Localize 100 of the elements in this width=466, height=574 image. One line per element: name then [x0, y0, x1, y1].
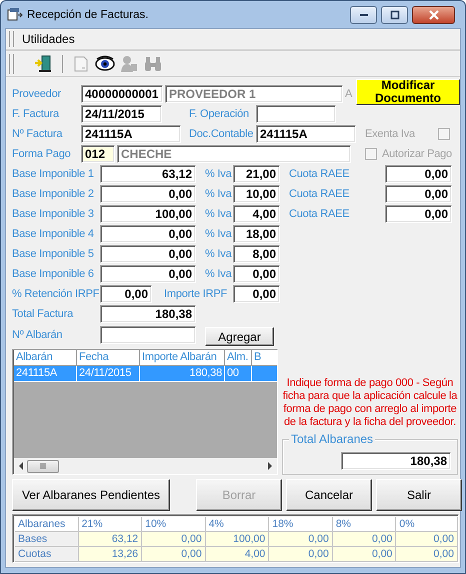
date-field[interactable]: 24/11/2015	[81, 105, 162, 123]
menu-item[interactable]: Utilidades	[20, 31, 77, 47]
amount-field[interactable]: 0,00	[100, 265, 196, 283]
percent-field[interactable]: 4,00	[233, 205, 280, 223]
field-label: Total Factura	[12, 308, 74, 320]
field-label: F. Operación	[189, 108, 250, 120]
amount-field[interactable]: 0,00	[100, 225, 196, 243]
field-label: % Iva	[205, 248, 233, 260]
table-cell: 0,00	[142, 532, 206, 547]
amount-field[interactable]: 0,00	[385, 185, 452, 203]
column-header: 0%	[396, 517, 458, 532]
date-field[interactable]	[256, 105, 336, 123]
column-header: 10%	[142, 517, 206, 532]
checkbox-label: Autorizar Pago	[382, 148, 452, 160]
field-label: Cuota RAEE	[289, 208, 350, 220]
field-label: Cuota RAEE	[289, 188, 350, 200]
field-label: Proveedor	[12, 88, 62, 100]
delivery-note-field[interactable]	[100, 326, 196, 344]
column-header: 18%	[269, 517, 333, 532]
field-label: % Iva	[205, 228, 233, 240]
field-label: % Iva	[205, 208, 233, 220]
table-cell: 24/11/2015	[77, 366, 140, 382]
field-label: % Retención IRPF	[12, 288, 100, 300]
row-header: Bases	[15, 532, 79, 547]
grip-icon	[40, 463, 46, 469]
percent-field[interactable]: 21,00	[233, 165, 280, 183]
group-label: Total Albaranes	[289, 432, 376, 446]
table-cell: 0,00	[269, 532, 333, 547]
table-cell: 0,00	[332, 547, 396, 562]
maximize-button[interactable]	[381, 6, 408, 24]
field-label: F. Factura	[12, 108, 60, 120]
eye-button[interactable]	[95, 54, 115, 74]
button[interactable]: Ver Albaranes Pendientes	[12, 479, 170, 511]
field-label: Forma Pago	[12, 148, 72, 160]
minimize-icon	[360, 14, 368, 16]
field-label: % Iva	[205, 188, 233, 200]
left-arrow-icon	[18, 462, 24, 470]
notice-text: Indique forma de pago 000 - Según ficha para que la aplicación calcule la forma de pago con arreglo al importe de la factura y la ficha del proveedor.	[282, 377, 458, 429]
row-header: Cuotas	[15, 547, 79, 562]
code-field[interactable]: 40000000001	[81, 85, 163, 103]
table-cell: 241115A	[14, 366, 77, 382]
invoice-number-field[interactable]: 241115A	[81, 125, 181, 143]
total-field[interactable]: 180,38	[341, 452, 451, 470]
column-header: 4%	[206, 517, 270, 532]
table-cell: 100,00	[206, 532, 270, 547]
table-cell: 0,00	[332, 532, 396, 547]
percent-field[interactable]: 18,00	[233, 225, 280, 243]
table-cell: 0,00	[269, 547, 333, 562]
column-header: 21%	[78, 517, 142, 532]
amount-field[interactable]: 0,00	[100, 185, 196, 203]
minimize-button[interactable]	[350, 6, 377, 24]
total-field[interactable]: 180,38	[100, 305, 196, 323]
amount-field[interactable]: 0,00	[100, 245, 196, 263]
field-label: Nº Albarán	[12, 329, 64, 341]
table-cell: 13,26	[78, 547, 142, 562]
amount-field[interactable]: 0,00	[385, 205, 452, 223]
field-label: Base Imponible 1	[12, 168, 95, 180]
window-icon	[7, 6, 23, 22]
add-button[interactable]: Agregar	[205, 327, 274, 346]
percent-field[interactable]: 8,00	[233, 245, 280, 263]
percent-field[interactable]: 0,00	[100, 285, 152, 303]
field-label: Base Imponible 5	[12, 248, 95, 260]
field-label: Base Imponible 2	[12, 188, 95, 200]
percent-field[interactable]: 0,00	[233, 265, 280, 283]
table-cell: 00	[225, 366, 252, 382]
field-label: Cuota RAEE	[289, 168, 350, 180]
code-field[interactable]: 012	[81, 145, 115, 163]
modify-document-button[interactable]: Modificar Documento	[356, 79, 460, 105]
amount-field[interactable]: 63,12	[100, 165, 196, 183]
checkbox-label: Exenta Iva	[365, 128, 416, 140]
button[interactable]: Salir	[376, 479, 462, 511]
field-label: Importe IRPF	[164, 288, 228, 300]
document-field[interactable]: 241115A	[256, 125, 356, 143]
percent-field[interactable]: 10,00	[233, 185, 280, 203]
table-cell: 4,00	[206, 547, 270, 562]
close-button[interactable]	[412, 6, 455, 24]
amount-field[interactable]: 0,00	[233, 285, 280, 303]
amount-field[interactable]: 100,00	[100, 205, 196, 223]
column-header: 8%	[332, 517, 396, 532]
table-cell: 0,00	[142, 547, 206, 562]
horizontal-scrollbar[interactable]	[14, 458, 277, 474]
field-label: Base Imponible 4	[12, 228, 95, 240]
close-icon	[428, 10, 440, 20]
column-header: Albaranes	[15, 517, 79, 532]
field-label: % Iva	[205, 268, 233, 280]
right-arrow-icon	[267, 462, 273, 470]
table-cell: 0,00	[396, 532, 458, 547]
window-title: Recepción de Facturas.	[27, 8, 150, 20]
name-field[interactable]: CHECHE	[117, 145, 351, 163]
table-cell: 0,00	[396, 547, 458, 562]
field-label: Nº Factura	[12, 128, 64, 140]
field-label: A	[345, 88, 352, 100]
field-label: Base Imponible 6	[12, 268, 95, 280]
exit-door-button[interactable]	[34, 54, 54, 74]
maximize-icon	[388, 10, 400, 20]
name-field[interactable]: PROVEEDOR 1	[165, 85, 343, 103]
amount-field[interactable]: 0,00	[385, 165, 452, 183]
button[interactable]: Cancelar	[286, 479, 372, 511]
field-label: Base Imponible 3	[12, 208, 95, 220]
field-label: % Iva	[205, 168, 233, 180]
